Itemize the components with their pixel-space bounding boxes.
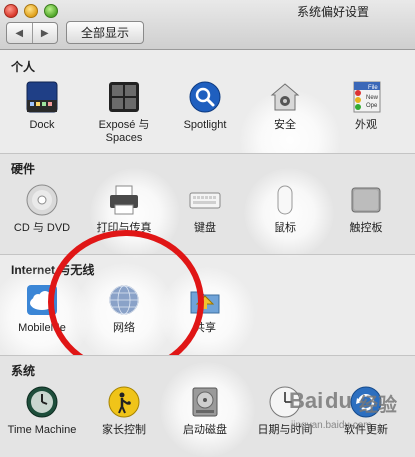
pref-expose-spaces[interactable]: Exposé 与 Spaces [84, 81, 164, 145]
parental-controls-icon [108, 386, 140, 418]
appearance-open-text: Ope [366, 103, 378, 109]
show-all-button[interactable]: 全部显示 [66, 21, 144, 44]
minimize-window-button[interactable] [24, 4, 38, 18]
section-internet-wireless: Internet 与无线 MobileMe 网络 共享 [0, 230, 415, 374]
back-button[interactable]: ◀ [7, 23, 32, 43]
section-title-internet: Internet 与无线 [11, 263, 95, 277]
zoom-window-button[interactable] [44, 4, 58, 18]
pref-date-time[interactable]: 日期与时间 [245, 386, 325, 437]
security-house-icon [269, 81, 301, 113]
forward-arrow-icon: ▶ [40, 27, 49, 39]
pref-print-fax[interactable]: 打印与传真 [84, 184, 164, 235]
appearance-file-text: File [368, 85, 378, 91]
keyboard-icon [189, 184, 221, 216]
pref-label: 软件更新 [344, 424, 388, 436]
date-time-clock-icon [269, 386, 301, 418]
pref-label: 安全 [274, 119, 296, 131]
spotlight-icon [189, 81, 221, 113]
pref-cd-dvd[interactable]: CD 与 DVD [2, 184, 82, 235]
pref-mouse[interactable]: 鼠标 [245, 184, 325, 235]
expose-spaces-icon [108, 81, 140, 113]
section-hardware: 硬件 CD 与 DVD 打印与传真 键盘 鼠标 触控板 [0, 154, 415, 258]
pref-label: CD 与 DVD [13, 222, 71, 234]
section-title-system: 系统 [11, 364, 36, 378]
sharing-folder-icon [189, 284, 221, 316]
pref-mobileme[interactable]: MobileMe [2, 284, 82, 335]
pref-label: 外观 [355, 119, 377, 131]
startup-disk-icon [189, 386, 221, 418]
pref-label: 共享 [194, 322, 216, 334]
pref-time-machine[interactable]: Time Machine [2, 386, 82, 437]
section-system: 系统 Time Machine 家长控制 启动磁盘 日期与时间 软件更新 [0, 356, 415, 457]
pref-software-update[interactable]: 软件更新 [326, 386, 406, 437]
mobileme-cloud-icon [26, 284, 58, 316]
mouse-icon [269, 184, 301, 216]
pref-label: 日期与时间 [257, 424, 313, 436]
pref-label: 打印与传真 [96, 222, 152, 234]
nav-button-group: ◀ ▶ [6, 22, 58, 44]
pref-label: 鼠标 [274, 222, 296, 234]
pref-label: MobileMe [18, 322, 66, 334]
software-update-icon [350, 386, 382, 418]
pref-keyboard[interactable]: 键盘 [165, 184, 245, 235]
pref-label: Dock [29, 119, 55, 131]
appearance-new-text: New [366, 95, 379, 101]
window-title: 系统偏好设置 [296, 5, 369, 19]
trackpad-icon [350, 184, 382, 216]
system-preferences-window: 系统偏好设置 ◀ ▶ 全部显示 个人 Dock Exposé 与 Spaces [0, 0, 415, 457]
pref-label: 触控板 [349, 222, 383, 234]
appearance-icon: File New Ope [350, 81, 382, 113]
section-title-personal: 个人 [11, 60, 36, 74]
pref-appearance[interactable]: File New Ope 外观 [326, 81, 406, 132]
forward-button[interactable]: ▶ [31, 23, 58, 43]
pref-label: 家长控制 [102, 424, 146, 436]
pref-network[interactable]: 网络 [84, 284, 164, 335]
pref-spotlight[interactable]: Spotlight [165, 81, 245, 132]
pref-label: 启动磁盘 [183, 424, 227, 436]
printer-icon [108, 184, 140, 216]
pref-sharing[interactable]: 共享 [165, 284, 245, 335]
network-globe-icon [108, 284, 140, 316]
close-window-button[interactable] [4, 4, 18, 18]
pref-parental-controls[interactable]: 家长控制 [84, 386, 164, 437]
pref-label: Time Machine [7, 424, 77, 436]
pref-security[interactable]: 安全 [245, 81, 325, 132]
section-personal: 个人 Dock Exposé 与 Spaces Spotlight 安全 Fil… [0, 50, 415, 190]
pref-trackpad[interactable]: 触控板 [326, 184, 406, 235]
cd-dvd-icon [26, 184, 58, 216]
title-bar: 系统偏好设置 ◀ ▶ 全部显示 [0, 0, 415, 50]
back-arrow-icon: ◀ [15, 27, 24, 39]
pref-label: Exposé 与 Spaces [98, 119, 150, 144]
section-title-hardware: 硬件 [11, 162, 36, 176]
pref-label: 键盘 [194, 222, 216, 234]
time-machine-icon [26, 386, 58, 418]
pref-dock[interactable]: Dock [2, 81, 82, 132]
dock-icon [26, 81, 58, 113]
pref-label: Spotlight [183, 119, 227, 131]
pref-label: 网络 [113, 322, 135, 334]
pref-startup-disk[interactable]: 启动磁盘 [165, 386, 245, 437]
